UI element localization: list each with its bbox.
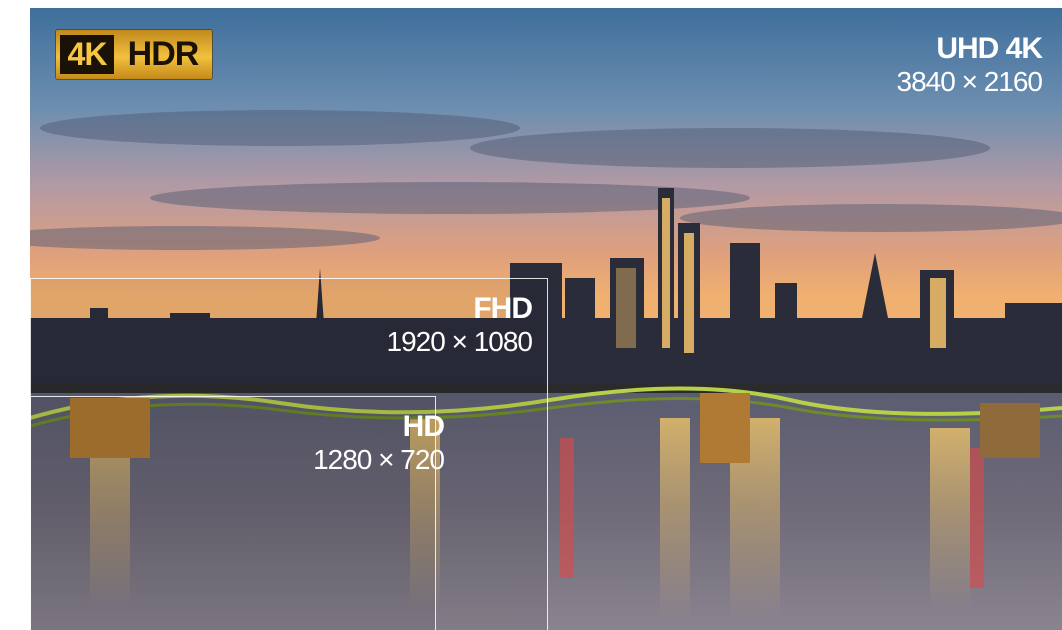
- badge-hdr-text: HDR: [127, 35, 200, 73]
- fhd-label: FHD 1920 × 1080: [387, 292, 533, 358]
- resolution-comparison-image: 4K HDR UHD 4K 3840 × 2160 FHD 1920 × 108…: [30, 8, 1062, 630]
- fhd-resolution: 1920 × 1080: [386, 326, 533, 357]
- hd-resolution: 1280 × 720: [313, 444, 445, 475]
- fhd-name: FHD: [473, 292, 533, 325]
- badge-4k-text: 4K: [60, 35, 114, 74]
- uhd-resolution: 3840 × 2160: [896, 66, 1043, 97]
- hd-label: HD 1280 × 720: [313, 410, 445, 476]
- uhd-label: UHD 4K 3840 × 2160: [897, 32, 1043, 98]
- 4k-hdr-logo: 4K HDR: [56, 30, 212, 79]
- uhd-name: UHD 4K: [936, 32, 1043, 65]
- hd-name: HD: [402, 410, 445, 443]
